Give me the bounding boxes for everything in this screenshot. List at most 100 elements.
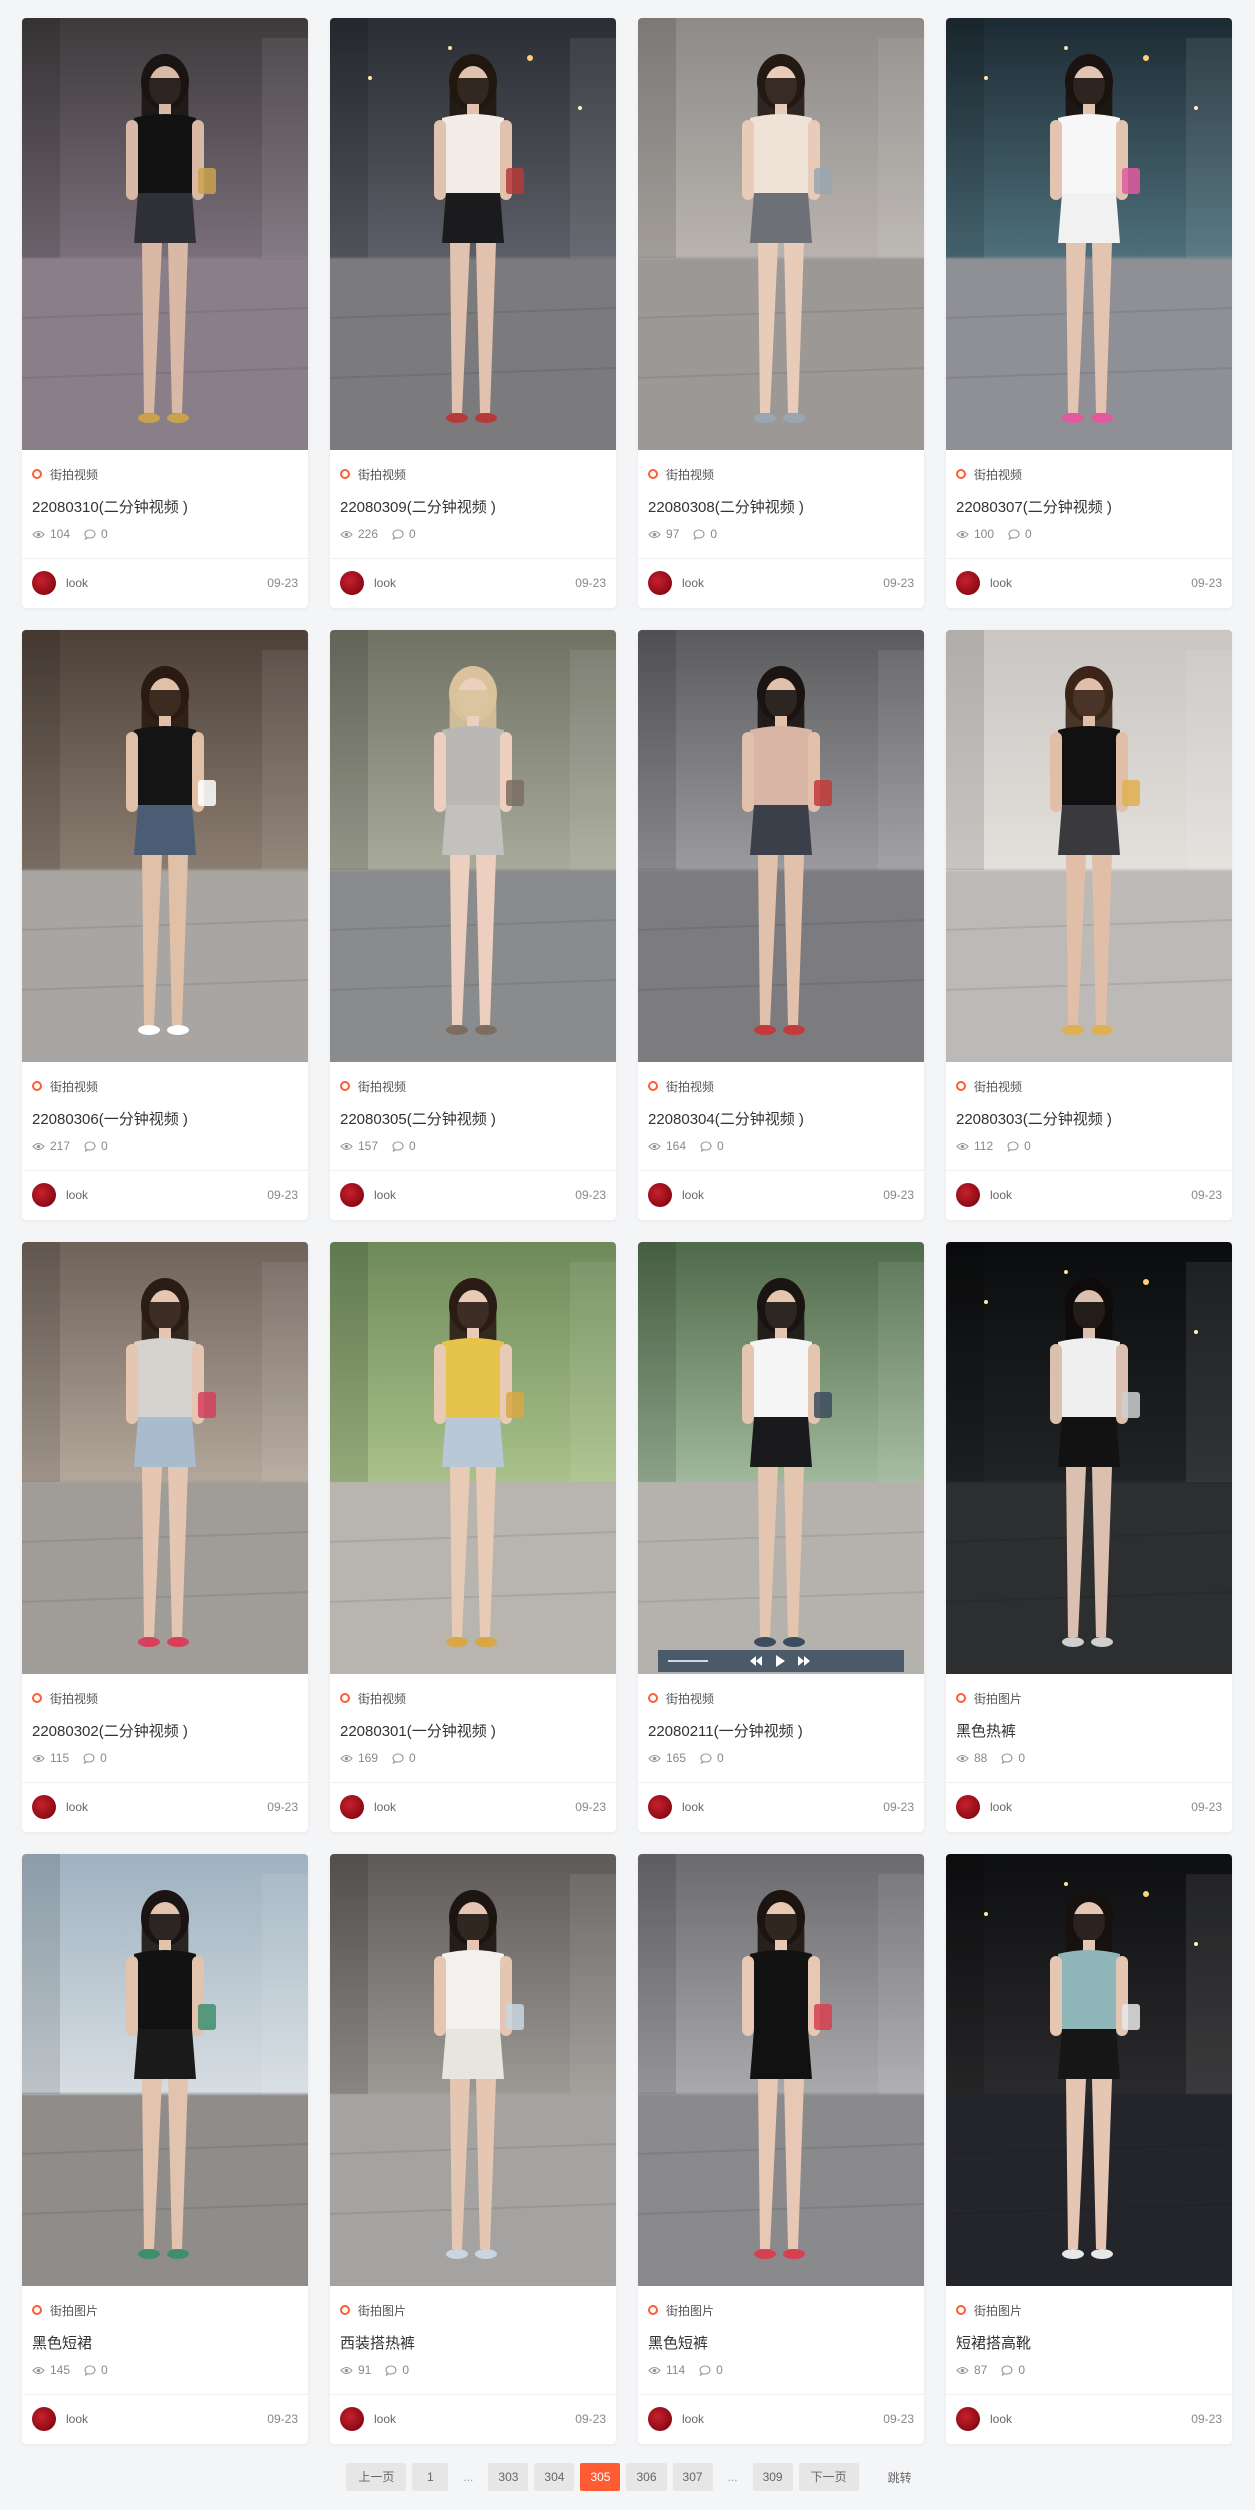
post-card[interactable]: 街拍图片 黑色短裤 114 0 look 09-23 — [638, 1854, 924, 2444]
post-card[interactable]: 街拍视频 22080308(二分钟视频 ) 97 0 look 09-23 — [638, 18, 924, 608]
author-name[interactable]: look — [66, 2412, 267, 2426]
post-title[interactable]: 黑色热裤 — [956, 1720, 1222, 1740]
post-category[interactable]: 街拍图片 — [32, 2302, 298, 2318]
post-card[interactable]: 街拍视频 22080306(一分钟视频 ) 217 0 look 09-23 — [22, 630, 308, 1220]
post-thumbnail[interactable] — [22, 1242, 308, 1674]
author-avatar[interactable] — [340, 1182, 364, 1207]
post-thumbnail[interactable] — [330, 1854, 616, 2286]
post-title[interactable]: 22080308(二分钟视频 ) — [648, 496, 914, 516]
next-page-button[interactable]: 下一页 — [798, 2463, 859, 2491]
author-avatar[interactable] — [648, 1794, 672, 1819]
post-title[interactable]: 短裙搭高靴 — [956, 2332, 1222, 2352]
page-button-307[interactable]: 307 — [672, 2463, 713, 2491]
post-thumbnail[interactable] — [22, 1854, 308, 2286]
post-thumbnail[interactable] — [946, 630, 1232, 1062]
post-card[interactable]: 街拍视频 22080302(二分钟视频 ) 115 0 look 09-23 — [22, 1242, 308, 1832]
post-thumbnail[interactable] — [22, 630, 308, 1062]
post-card[interactable]: 街拍图片 短裙搭高靴 87 0 look 09-23 — [946, 1854, 1232, 2444]
post-thumbnail[interactable] — [946, 1854, 1232, 2286]
post-thumbnail[interactable] — [22, 18, 308, 450]
author-name[interactable]: look — [990, 1188, 1191, 1202]
post-title[interactable]: 22080305(二分钟视频 ) — [340, 1108, 606, 1128]
post-thumbnail[interactable] — [638, 1854, 924, 2286]
post-category[interactable]: 街拍视频 — [32, 1690, 298, 1706]
post-category[interactable]: 街拍视频 — [340, 466, 606, 482]
author-name[interactable]: look — [990, 1800, 1191, 1814]
post-title[interactable]: 22080306(一分钟视频 ) — [32, 1108, 298, 1128]
post-card[interactable]: 街拍图片 西装搭热裤 91 0 look 09-23 — [330, 1854, 616, 2444]
page-button-303[interactable]: 303 — [488, 2463, 529, 2491]
author-avatar[interactable] — [32, 570, 56, 595]
page-button-1[interactable]: 1 — [412, 2463, 449, 2491]
author-name[interactable]: look — [990, 2412, 1191, 2426]
post-category[interactable]: 街拍视频 — [340, 1690, 606, 1706]
post-category[interactable]: 街拍视频 — [648, 1078, 914, 1094]
post-category[interactable]: 街拍图片 — [648, 2302, 914, 2318]
author-name[interactable]: look — [682, 2412, 883, 2426]
author-avatar[interactable] — [956, 1182, 980, 1207]
page-button-309[interactable]: 309 — [752, 2463, 793, 2491]
author-avatar[interactable] — [956, 570, 980, 595]
post-title[interactable]: 黑色短裤 — [648, 2332, 914, 2352]
author-name[interactable]: look — [682, 1188, 883, 1202]
author-name[interactable]: look — [374, 576, 575, 590]
author-name[interactable]: look — [374, 1188, 575, 1202]
post-card[interactable]: 街拍视频 22080310(二分钟视频 ) 104 0 look 09-23 — [22, 18, 308, 608]
post-category[interactable]: 街拍视频 — [32, 466, 298, 482]
author-name[interactable]: look — [66, 1188, 267, 1202]
post-category[interactable]: 街拍图片 — [956, 1690, 1222, 1706]
post-thumbnail[interactable] — [330, 1242, 616, 1674]
post-title[interactable]: 22080310(二分钟视频 ) — [32, 496, 298, 516]
post-category[interactable]: 街拍视频 — [648, 466, 914, 482]
post-title[interactable]: 22080307(二分钟视频 ) — [956, 496, 1222, 516]
post-title[interactable]: 22080301(一分钟视频 ) — [340, 1720, 606, 1740]
post-card[interactable]: 街拍视频 22080305(二分钟视频 ) 157 0 look 09-23 — [330, 630, 616, 1220]
post-card[interactable]: 街拍视频 22080211(一分钟视频 ) 165 0 look 09-23 — [638, 1242, 924, 1832]
author-name[interactable]: look — [682, 576, 883, 590]
author-avatar[interactable] — [340, 1794, 364, 1819]
post-card[interactable]: 街拍图片 黑色热裤 88 0 look 09-23 — [946, 1242, 1232, 1832]
author-avatar[interactable] — [648, 570, 672, 595]
post-title[interactable]: 22080302(二分钟视频 ) — [32, 1720, 298, 1740]
post-category[interactable]: 街拍图片 — [340, 2302, 606, 2318]
author-avatar[interactable] — [956, 1794, 980, 1819]
post-thumbnail[interactable] — [638, 630, 924, 1062]
post-thumbnail[interactable] — [638, 18, 924, 450]
post-thumbnail[interactable] — [330, 630, 616, 1062]
page-button-306[interactable]: 306 — [626, 2463, 667, 2491]
author-name[interactable]: look — [66, 1800, 267, 1814]
author-name[interactable]: look — [990, 576, 1191, 590]
author-avatar[interactable] — [648, 2406, 672, 2431]
jump-link[interactable]: 跳转 — [888, 2469, 912, 2486]
post-title[interactable]: 22080304(二分钟视频 ) — [648, 1108, 914, 1128]
author-avatar[interactable] — [32, 1182, 56, 1207]
author-avatar[interactable] — [648, 1182, 672, 1207]
post-card[interactable]: 街拍视频 22080301(一分钟视频 ) 169 0 look 09-23 — [330, 1242, 616, 1832]
page-button-304[interactable]: 304 — [534, 2463, 575, 2491]
author-avatar[interactable] — [32, 2406, 56, 2431]
post-category[interactable]: 街拍视频 — [956, 466, 1222, 482]
post-title[interactable]: 22080211(一分钟视频 ) — [648, 1720, 914, 1740]
post-category[interactable]: 街拍图片 — [956, 2302, 1222, 2318]
post-category[interactable]: 街拍视频 — [956, 1078, 1222, 1094]
author-name[interactable]: look — [66, 576, 267, 590]
author-name[interactable]: look — [374, 2412, 575, 2426]
post-thumbnail[interactable] — [638, 1242, 924, 1674]
post-title[interactable]: 黑色短裙 — [32, 2332, 298, 2352]
author-avatar[interactable] — [32, 1794, 56, 1819]
author-name[interactable]: look — [682, 1800, 883, 1814]
post-category[interactable]: 街拍视频 — [340, 1078, 606, 1094]
author-avatar[interactable] — [956, 2406, 980, 2431]
page-button-305-current[interactable]: 305 — [580, 2463, 621, 2491]
post-card[interactable]: 街拍视频 22080307(二分钟视频 ) 100 0 look 09-23 — [946, 18, 1232, 608]
post-card[interactable]: 街拍图片 黑色短裙 145 0 look 09-23 — [22, 1854, 308, 2444]
post-category[interactable]: 街拍视频 — [32, 1078, 298, 1094]
post-category[interactable]: 街拍视频 — [648, 1690, 914, 1706]
post-card[interactable]: 街拍视频 22080304(二分钟视频 ) 164 0 look 09-23 — [638, 630, 924, 1220]
post-thumbnail[interactable] — [946, 18, 1232, 450]
post-thumbnail[interactable] — [330, 18, 616, 450]
post-title[interactable]: 22080309(二分钟视频 ) — [340, 496, 606, 516]
post-thumbnail[interactable] — [946, 1242, 1232, 1674]
post-card[interactable]: 街拍视频 22080303(二分钟视频 ) 112 0 look 09-23 — [946, 630, 1232, 1220]
author-name[interactable]: look — [374, 1800, 575, 1814]
